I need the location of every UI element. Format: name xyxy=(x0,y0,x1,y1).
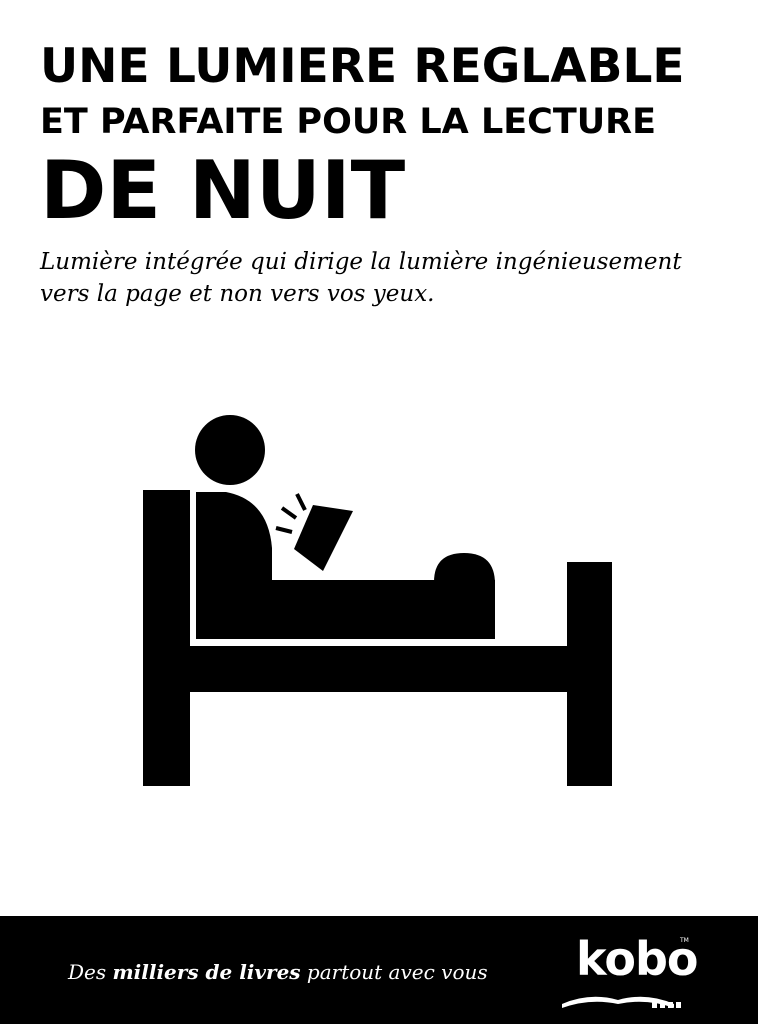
torso-shape xyxy=(196,492,272,580)
headboard-shape xyxy=(143,490,190,786)
logo-book-icon: TM xyxy=(562,937,689,1008)
headline: UNE LUMIERE REGLABLE ET PARFAITE POUR LA… xyxy=(40,36,730,236)
subtitle-line-2: vers la page et non vers vos yeux. xyxy=(40,281,435,307)
light-ray-2 xyxy=(295,493,307,511)
bed-rail-shape xyxy=(190,646,567,692)
light-ray-3 xyxy=(275,526,293,534)
kobo-logo-icon: kobo TM xyxy=(560,930,700,1010)
tagline-end: partout avec vous xyxy=(300,960,488,984)
footer-bar: Des milliers de livres partout avec vous… xyxy=(0,916,758,1024)
tagline-bold: milliers de livres xyxy=(112,960,301,984)
light-ray-1 xyxy=(280,506,298,520)
book-shape xyxy=(294,505,353,571)
knee-shape xyxy=(434,553,495,600)
person-reading-in-bed-icon xyxy=(143,415,612,786)
headline-line-3: DE NUIT xyxy=(40,144,406,237)
subtitle: Lumière intégrée qui dirige la lumière i… xyxy=(40,246,730,310)
ad-page: UNE LUMIERE REGLABLE ET PARFAITE POUR LA… xyxy=(0,0,758,1024)
subtitle-line-1: Lumière intégrée qui dirige la lumière i… xyxy=(40,249,682,275)
head-shape xyxy=(195,415,265,485)
headline-line-1: UNE LUMIERE REGLABLE xyxy=(40,39,685,94)
headline-line-2: ET PARFAITE POUR LA LECTURE xyxy=(40,102,657,142)
tagline: Des milliers de livres partout avec vous xyxy=(68,960,488,984)
tagline-start: Des xyxy=(68,960,113,984)
footboard-shape xyxy=(567,562,612,786)
svg-text:TM: TM xyxy=(679,937,689,944)
